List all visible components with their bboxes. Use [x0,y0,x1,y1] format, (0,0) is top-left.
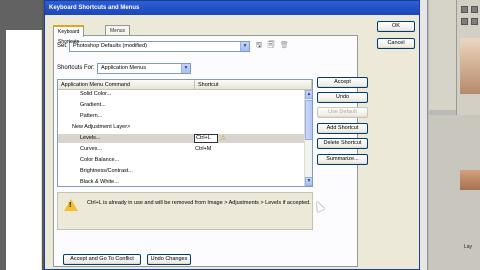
row-command: Levels... [80,135,101,141]
panel-scrollbar[interactable] [420,0,428,270]
table-row[interactable]: New Adjustment Layer> [58,123,304,132]
table-scrollbar[interactable]: ▲ ▼ [304,90,312,186]
add-shortcut-button[interactable]: Add Shortcut [317,123,368,134]
row-command: New Adjustment Layer> [72,124,131,130]
table-row[interactable]: Pattern... [58,112,304,121]
accept-and-go-to-conflict-button[interactable]: Accept and Go To Conflict [63,254,141,265]
use-default-button[interactable]: Use Default [317,107,368,118]
summarize-button[interactable]: Summarize... [317,154,368,165]
row-command: Brightness/Contrast... [80,168,133,174]
row-command: Gradient... [80,102,106,108]
undo-button[interactable]: Undo [317,92,368,103]
row-command: Pattern... [80,113,103,119]
set-select-value: Photoshop Defaults (modified) [73,43,147,49]
new-set-icon[interactable]: 🗐 [267,42,275,50]
row-command: Curves... [80,146,103,152]
save-icon[interactable]: 🖫 [255,42,263,50]
table-row[interactable]: Curves... Ctrl+M [58,145,304,154]
table-row[interactable]: Black & White... [58,178,304,186]
table-row[interactable]: Solid Color... [58,90,304,99]
thumbnail-photo [460,38,480,94]
delete-icon[interactable]: 🗑 [280,42,289,50]
chevron-down-icon[interactable]: ▼ [181,64,190,73]
shortcuts-for-label: Shortcuts For: [57,65,95,71]
tool-icon[interactable] [461,6,468,13]
warning-exclamation: ! [69,202,72,209]
warning-icon: ⚠ [220,135,227,142]
shortcuts-for-select[interactable]: Application Menus ▼ [97,63,191,74]
row-command: Color Balance... [80,157,120,163]
scroll-up-icon[interactable]: ▲ [305,90,312,99]
shortcut-table: Application Menu Command Shortcut Solid … [57,79,313,187]
conflict-message: ! Ctrl+L is already in use and will be r… [57,192,313,230]
column-header-shortcut[interactable]: Shortcut [195,80,312,90]
table-header: Application Menu Command Shortcut [58,80,312,90]
chevron-down-icon[interactable]: ▼ [240,42,249,51]
conflict-message-text: Ctrl+L is already in use and will be rem… [87,200,311,206]
dialog-title: Keyboard Shortcuts and Menus [45,1,419,15]
thumbnail-photo-2 [460,170,480,190]
set-select[interactable]: Photoshop Defaults (modified) ▼ [69,41,250,52]
scroll-down-icon[interactable]: ▼ [305,177,312,186]
shortcuts-for-value: Application Menus [101,65,146,71]
table-row[interactable]: Brightness/Contrast... [58,167,304,176]
keyboard-shortcuts-dialog: Keyboard Shortcuts and Menus Keyboard Sh… [44,0,420,270]
shortcut-input[interactable]: Ctrl+L [194,134,218,143]
table-row[interactable]: Color Balance... [58,156,304,165]
table-row-selected[interactable]: Levels... Ctrl+L ⚠ [58,134,304,143]
ok-button[interactable]: OK [377,21,415,32]
row-shortcut: Ctrl+M [195,146,212,152]
document-canvas [6,30,42,270]
layers-panel-label: Lay [464,244,473,250]
panel-lower [429,115,480,270]
undo-changes-button[interactable]: Undo Changes [147,254,191,265]
scroll-thumb[interactable] [305,100,312,140]
table-row[interactable]: Gradient... [58,101,304,110]
app-right-panels: Lay [420,0,480,270]
accept-button[interactable]: Accept [317,77,368,88]
row-command: Solid Color... [80,91,112,97]
tab-keyboard-shortcuts[interactable]: Keyboard Shortcuts [53,25,85,45]
column-header-command[interactable]: Application Menu Command [58,80,195,90]
tool-icon[interactable] [471,18,478,25]
row-command: Black & White... [80,179,119,185]
tool-icon[interactable] [461,18,468,25]
tool-icon[interactable] [471,6,478,13]
cancel-button[interactable]: Cancel [377,38,415,49]
delete-shortcut-button[interactable]: Delete Shortcut [317,138,368,149]
